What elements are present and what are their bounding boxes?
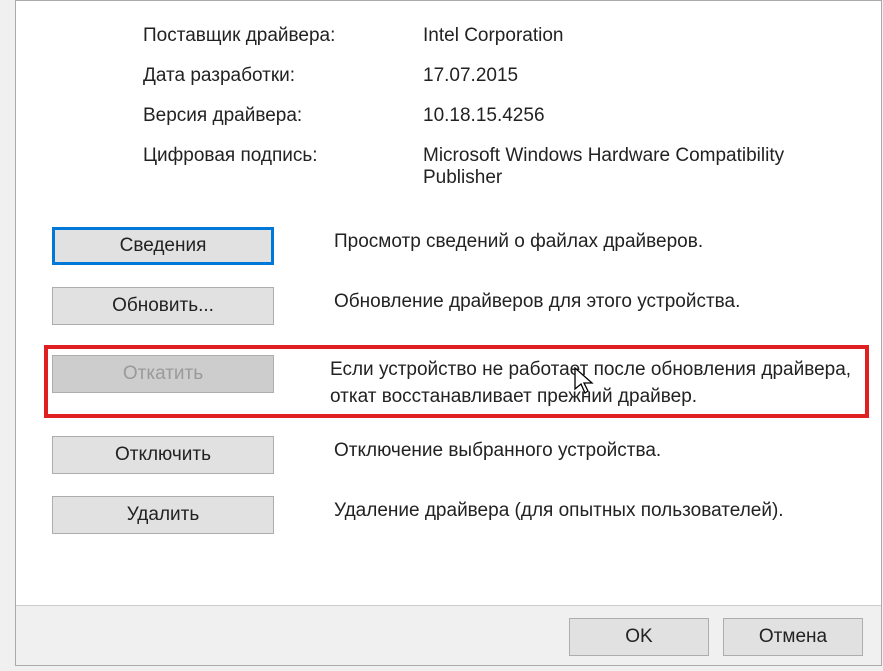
version-value: 10.18.15.4256: [423, 105, 861, 127]
delete-button[interactable]: Удалить: [52, 496, 274, 534]
update-description: Обновление драйверов для этого устройств…: [334, 285, 740, 316]
provider-label: Поставщик драйвера:: [143, 25, 423, 47]
date-row: Дата разработки: 17.07.2015: [143, 65, 861, 87]
update-button[interactable]: Обновить...: [52, 287, 274, 325]
signature-label: Цифровая подпись:: [143, 145, 423, 189]
signature-row: Цифровая подпись: Microsoft Windows Hard…: [143, 145, 861, 189]
rollback-description: Если устройство не работает после обновл…: [330, 353, 861, 410]
date-value: 17.07.2015: [423, 65, 861, 87]
ok-button[interactable]: OK: [569, 618, 709, 656]
cancel-button[interactable]: Отмена: [723, 618, 863, 656]
provider-value: Intel Corporation: [423, 25, 861, 47]
disable-description: Отключение выбранного устройства.: [334, 434, 661, 465]
details-description: Просмотр сведений о файлах драйверов.: [334, 225, 703, 256]
date-label: Дата разработки:: [143, 65, 423, 87]
rollback-row: Откатить Если устройство не работает пос…: [44, 345, 869, 418]
disable-row: Отключить Отключение выбранного устройст…: [52, 434, 861, 474]
delete-row: Удалить Удаление драйвера (для опытных п…: [52, 494, 861, 534]
version-row: Версия драйвера: 10.18.15.4256: [143, 105, 861, 127]
driver-info-section: Поставщик драйвера: Intel Corporation Да…: [16, 1, 881, 217]
driver-properties-dialog: Поставщик драйвера: Intel Corporation Да…: [15, 0, 882, 666]
rollback-button: Откатить: [52, 355, 274, 393]
driver-actions-section: Сведения Просмотр сведений о файлах драй…: [16, 217, 881, 534]
disable-button[interactable]: Отключить: [52, 436, 274, 474]
details-row: Сведения Просмотр сведений о файлах драй…: [52, 225, 861, 265]
delete-description: Удаление драйвера (для опытных пользоват…: [334, 494, 784, 525]
provider-row: Поставщик драйвера: Intel Corporation: [143, 25, 861, 47]
dialog-footer: OK Отмена: [16, 605, 881, 665]
signature-value: Microsoft Windows Hardware Compatibility…: [423, 145, 861, 189]
update-row: Обновить... Обновление драйверов для это…: [52, 285, 861, 325]
details-button[interactable]: Сведения: [52, 227, 274, 265]
version-label: Версия драйвера:: [143, 105, 423, 127]
